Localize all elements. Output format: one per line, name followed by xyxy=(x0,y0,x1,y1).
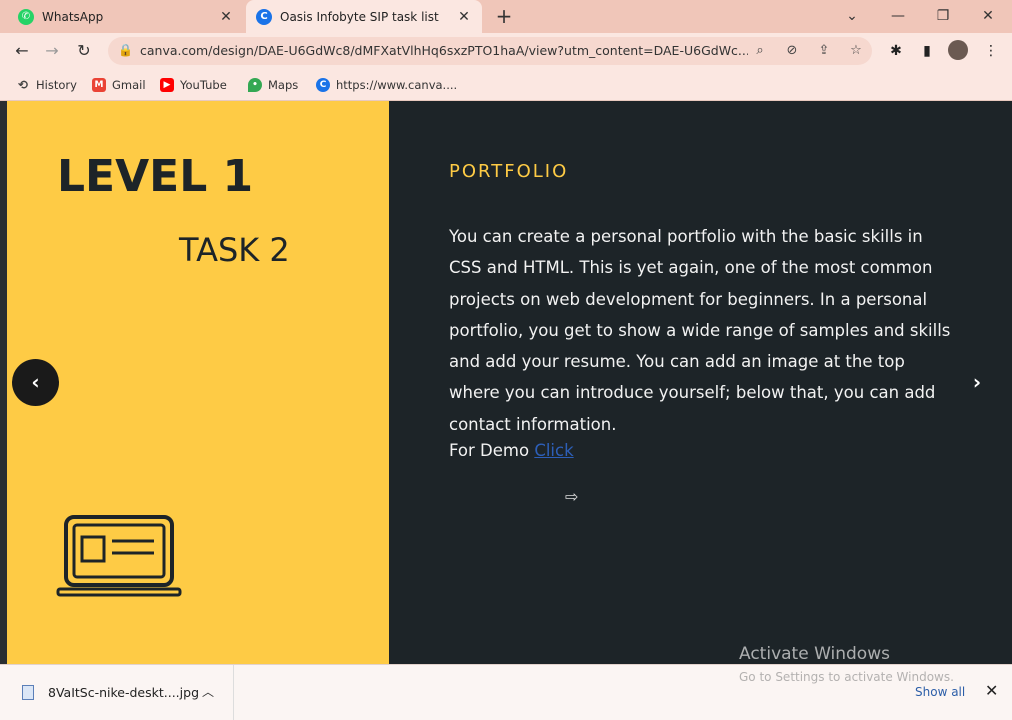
bookmark-maps[interactable]: • Maps xyxy=(248,75,298,95)
tab-whatsapp[interactable]: ✆ WhatsApp ✕ xyxy=(8,0,244,33)
bookmark-label: History xyxy=(36,78,77,92)
viewport-edge xyxy=(0,101,7,664)
tab-oasis-task-list[interactable]: C Oasis Infobyte SIP task list ✕ xyxy=(246,0,482,33)
extensions-icon[interactable]: ✱ xyxy=(884,39,908,63)
slide-task-title: TASK 2 xyxy=(179,231,290,269)
activate-windows-title: Activate Windows xyxy=(739,644,890,664)
address-bar[interactable]: 🔒 canva.com/design/DAE-U6GdWc8/dMFXatVlh… xyxy=(108,37,872,65)
download-filename[interactable]: 8VaItSc-nike-deskt....jpg xyxy=(48,685,199,700)
canva-icon: C xyxy=(316,78,330,92)
maps-icon: • xyxy=(248,78,262,92)
bookmark-history[interactable]: ⟲ History xyxy=(16,75,77,95)
forward-button[interactable]: → xyxy=(40,39,64,63)
close-icon[interactable]: ✕ xyxy=(456,9,472,25)
bookmark-canva[interactable]: C https://www.canva.... xyxy=(316,75,457,95)
profile-avatar[interactable] xyxy=(948,40,968,60)
side-panel-icon[interactable]: ▮ xyxy=(915,39,939,63)
zoom-icon[interactable]: ⌕ xyxy=(750,41,770,61)
tab-title: Oasis Infobyte SIP task list xyxy=(280,9,439,24)
cursor-arrow-icon: ⇨ xyxy=(565,487,579,506)
show-all-button[interactable]: Show all xyxy=(915,685,965,699)
youtube-icon: ▶ xyxy=(160,78,174,92)
demo-line: For Demo Click xyxy=(449,441,574,460)
download-bar: 8VaItSc-nike-deskt....jpg ︿ Go to Settin… xyxy=(0,664,1012,720)
menu-icon[interactable]: ⋮ xyxy=(979,39,1003,63)
minimize-button[interactable]: — xyxy=(882,4,914,28)
bookmark-label: YouTube xyxy=(180,78,227,92)
bookmark-label: Maps xyxy=(268,78,299,92)
url-text[interactable]: canva.com/design/DAE-U6GdWc8/dMFXatVlhHq… xyxy=(140,37,748,65)
browser-toolbar: ← → ↻ 🔒 canva.com/design/DAE-U6GdWc8/dMF… xyxy=(0,33,1012,69)
bookmark-youtube[interactable]: ▶ YouTube xyxy=(160,75,227,95)
gmail-icon: M xyxy=(92,78,106,92)
chevron-up-icon[interactable]: ︿ xyxy=(202,683,214,700)
canva-icon: C xyxy=(256,8,272,25)
bookmark-star-icon[interactable]: ☆ xyxy=(846,41,866,61)
back-button[interactable]: ← xyxy=(10,39,34,63)
bookmark-label: https://www.canva.... xyxy=(336,78,458,92)
slide-body-text: You can create a personal portfolio with… xyxy=(449,227,951,434)
slide-heading: PORTFOLIO xyxy=(449,161,569,182)
tab-search-icon[interactable]: ⌄ xyxy=(836,4,868,28)
slide-level-title: LEVEL 1 xyxy=(57,151,254,202)
share-icon[interactable]: ⇪ xyxy=(814,41,834,61)
whatsapp-icon: ✆ xyxy=(18,8,34,25)
demo-label: For Demo xyxy=(449,441,530,460)
window-close-button[interactable]: ✕ xyxy=(972,4,1004,28)
bookmark-label: Gmail xyxy=(112,78,146,92)
history-icon: ⟲ xyxy=(17,78,29,92)
previous-slide-button[interactable]: ‹ xyxy=(12,359,59,406)
close-icon[interactable]: ✕ xyxy=(218,9,234,25)
slide-viewport: LEVEL 1 TASK 2 ‹ PORTFOLIO You can creat… xyxy=(0,101,1012,664)
tracking-blocked-icon[interactable]: ⊘ xyxy=(782,41,802,61)
close-icon[interactable]: ✕ xyxy=(985,681,998,700)
maximize-button[interactable]: ❐ xyxy=(927,4,959,28)
activate-windows-subtitle: Go to Settings to activate Windows. xyxy=(739,670,954,684)
demo-link[interactable]: Click xyxy=(534,441,573,460)
tab-title: WhatsApp xyxy=(42,9,104,24)
laptop-icon xyxy=(56,515,182,597)
file-icon xyxy=(22,685,34,700)
tab-strip: ✆ WhatsApp ✕ C Oasis Infobyte SIP task l… xyxy=(0,0,1012,33)
reload-button[interactable]: ↻ xyxy=(72,39,96,63)
download-item[interactable]: 8VaItSc-nike-deskt....jpg ︿ xyxy=(0,665,234,720)
lock-icon[interactable]: 🔒 xyxy=(118,43,133,57)
new-tab-button[interactable]: + xyxy=(492,4,516,28)
bookmark-gmail[interactable]: M Gmail xyxy=(92,75,146,95)
next-slide-button[interactable]: › xyxy=(964,367,990,397)
bookmarks-bar: ⟲ History M Gmail ▶ YouTube • Maps C htt… xyxy=(0,69,1012,101)
